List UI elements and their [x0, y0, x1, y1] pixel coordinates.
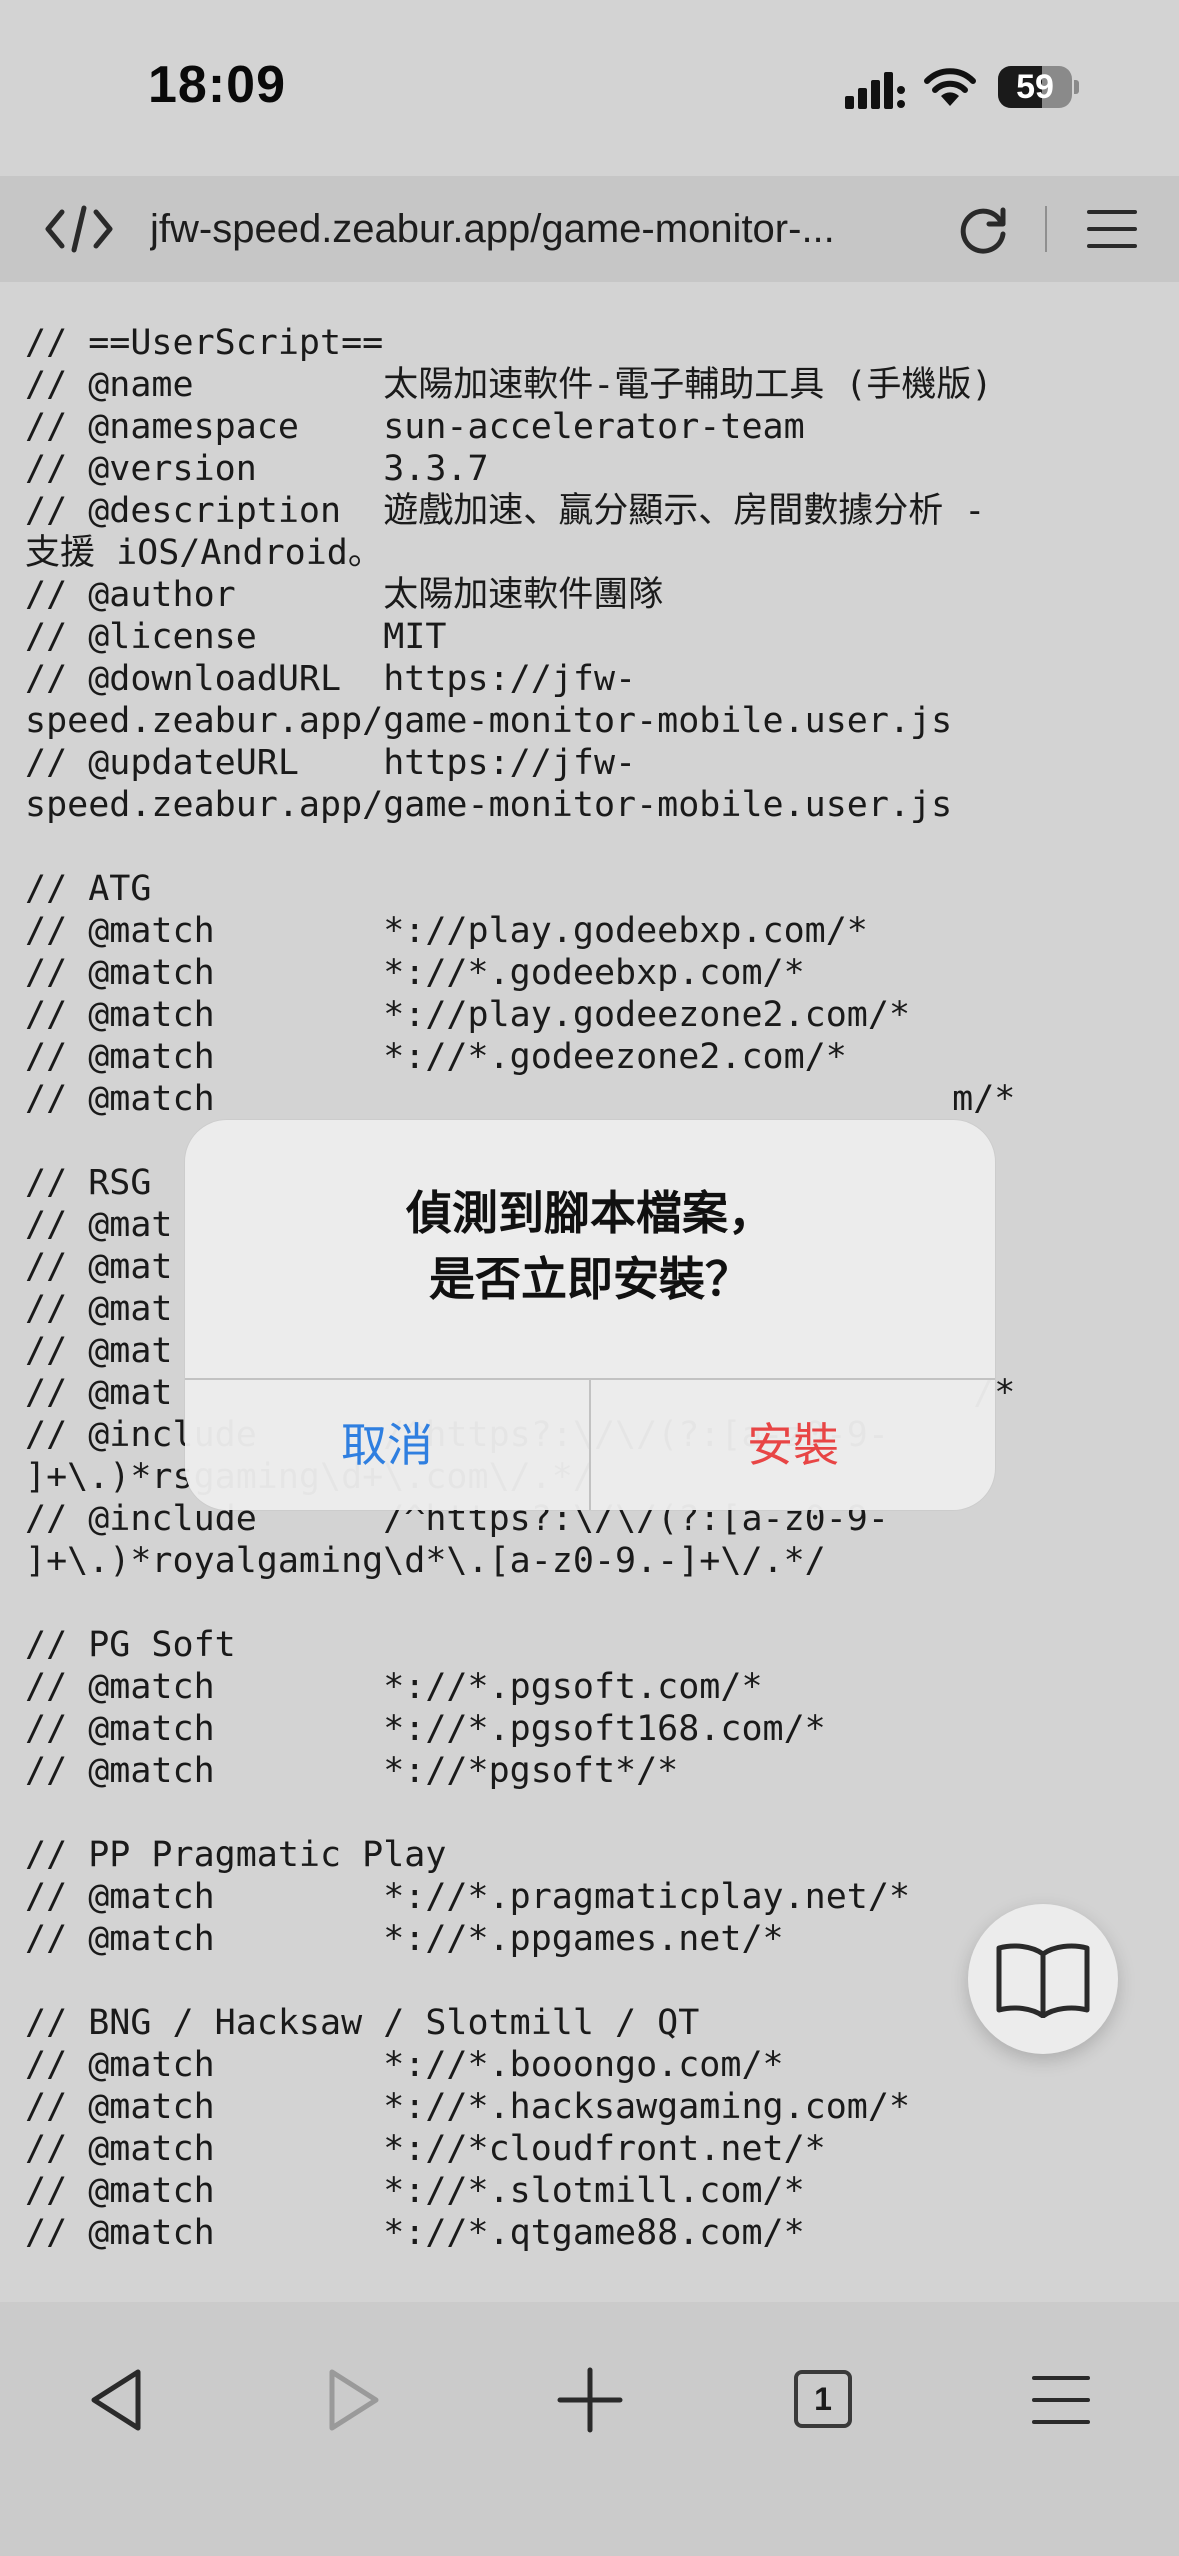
- tab-count-icon: 1: [794, 2370, 852, 2428]
- install-button[interactable]: 安裝: [591, 1380, 995, 1510]
- bottom-toolbar: 1: [0, 2302, 1179, 2556]
- forward-arrow-icon: [329, 2369, 379, 2431]
- alert-title: 偵測到腳本檔案， 是否立即安裝？: [406, 1186, 774, 1306]
- back-arrow-icon: [91, 2369, 141, 2431]
- back-button[interactable]: [68, 2350, 168, 2450]
- install-alert-dialog: 偵測到腳本檔案， 是否立即安裝？ 取消 安裝: [185, 1120, 995, 1510]
- tabs-button[interactable]: 1: [774, 2350, 874, 2450]
- book-icon: [996, 1943, 1090, 2018]
- menu-button[interactable]: [1010, 2350, 1110, 2450]
- hamburger-menu-icon: [1032, 2376, 1090, 2424]
- new-tab-button[interactable]: [540, 2350, 640, 2450]
- plus-icon: [557, 2367, 623, 2433]
- reader-mode-button[interactable]: [968, 1904, 1118, 2054]
- forward-button[interactable]: [302, 2350, 402, 2450]
- dialog-overlay: 偵測到腳本檔案， 是否立即安裝？ 取消 安裝: [0, 0, 1179, 2556]
- cancel-button[interactable]: 取消: [185, 1380, 589, 1510]
